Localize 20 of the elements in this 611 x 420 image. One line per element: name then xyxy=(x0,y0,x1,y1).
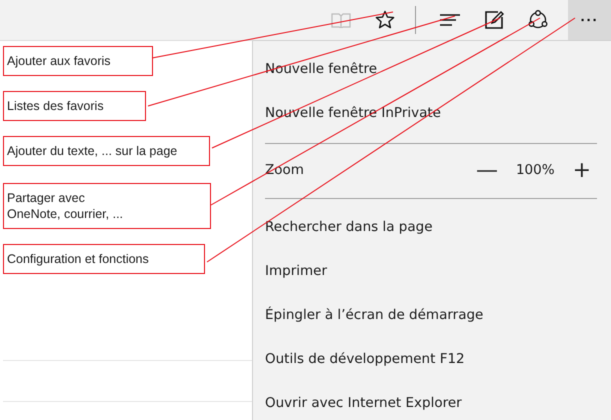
zoom-in-button[interactable]: + xyxy=(566,158,597,182)
callout-box: Ajouter aux favoris xyxy=(3,46,153,76)
lines-icon xyxy=(440,13,460,27)
menu-item[interactable]: Outils de développement F12 xyxy=(265,337,597,381)
menu-item[interactable]: Ouvrir avec Internet Explorer xyxy=(265,381,597,420)
menu-item[interactable]: Nouvelle fenêtre xyxy=(265,47,597,91)
star-icon xyxy=(375,10,395,30)
zoom-value: 100% xyxy=(516,162,555,178)
more-button[interactable]: ··· xyxy=(568,0,611,40)
zoom-out-button[interactable]: — xyxy=(470,158,504,182)
callout-box: Ajouter du texte, ... sur la page xyxy=(3,136,210,166)
menu-item[interactable]: Épingler à l’écran de démarrage xyxy=(265,293,597,337)
callout-box: Configuration et fonctions xyxy=(3,244,205,274)
menu-item[interactable]: Imprimer xyxy=(265,249,597,293)
menu-item[interactable]: Rechercher dans la page xyxy=(265,205,597,249)
callout-box: Partager avec OneNote, courrier, ... xyxy=(3,183,211,229)
callout-box: Listes des favoris xyxy=(3,91,146,121)
book-icon xyxy=(331,12,351,28)
share-icon xyxy=(527,10,549,30)
pencil-icon xyxy=(484,10,504,30)
